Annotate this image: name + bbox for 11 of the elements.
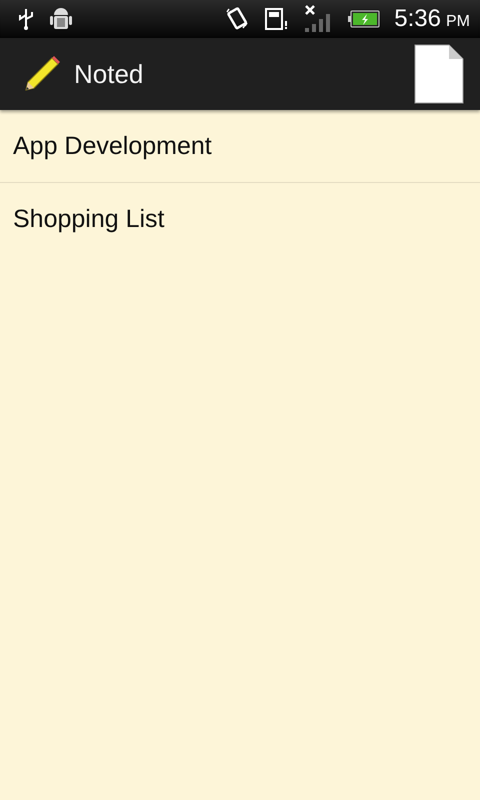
new-note-button[interactable] [414,44,464,104]
vibrate-icon [224,6,250,32]
usb-icon [16,7,36,31]
android-debug-icon [50,6,72,32]
document-icon [414,44,464,104]
status-time: 5:36 [394,5,441,33]
note-item[interactable]: App Development [0,110,480,183]
app-title: Noted [74,58,144,90]
status-meridiem: PM [446,13,470,31]
battery-charging-icon [348,10,380,28]
note-item[interactable]: Shopping List [0,183,480,255]
